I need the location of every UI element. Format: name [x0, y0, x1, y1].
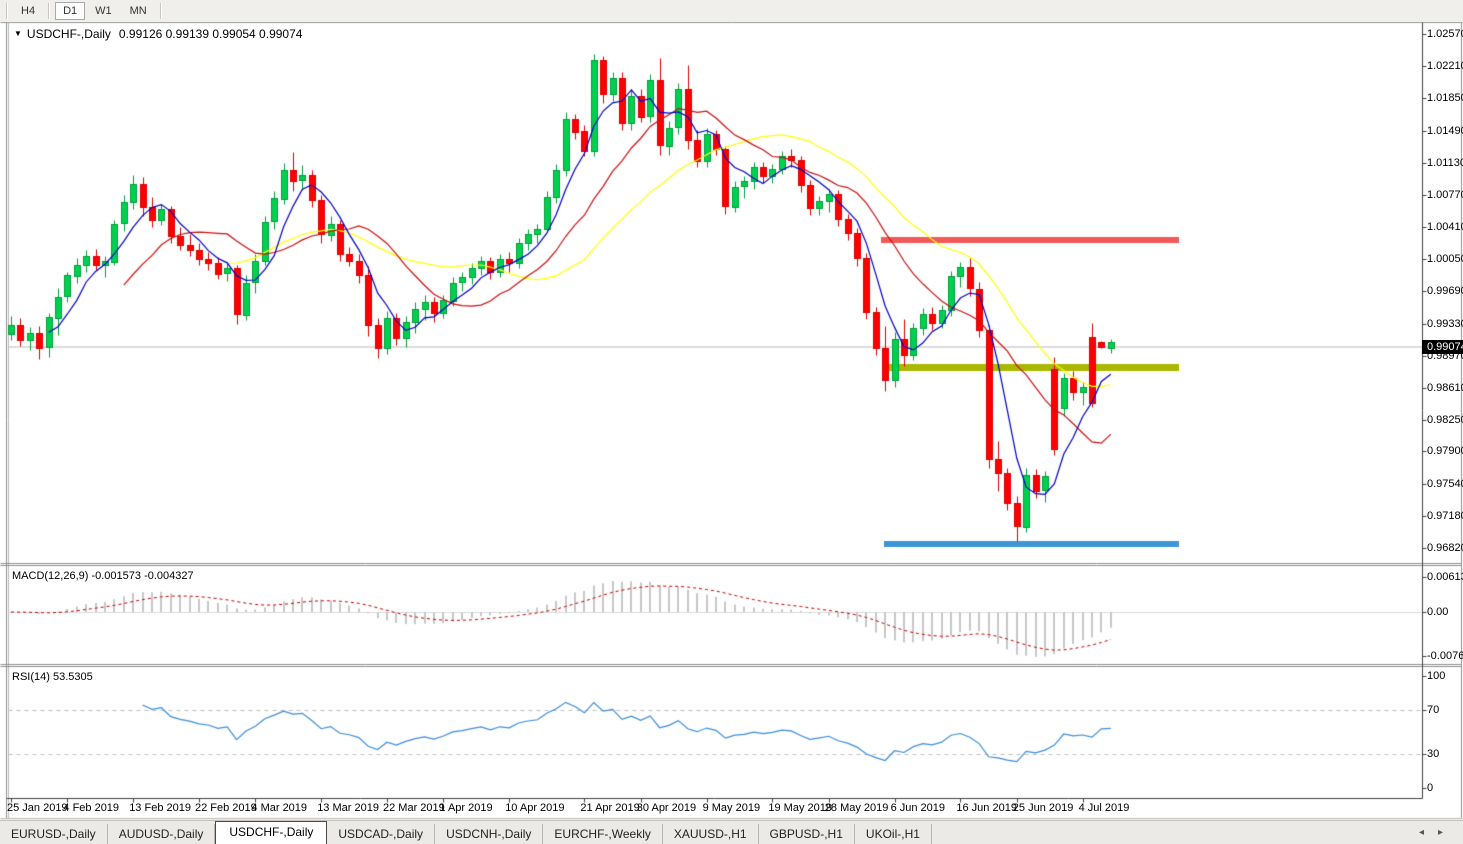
price-axis-label: 1.01130	[1427, 156, 1463, 169]
rsi-axis-label: 70	[1427, 703, 1440, 716]
price-axis-label: 1.01490	[1427, 124, 1463, 137]
toolbar-separator	[159, 3, 162, 19]
rsi-indicator-label: RSI(14) 53.5305	[12, 671, 93, 683]
price-axis-label: 0.98610	[1427, 381, 1463, 394]
tab-usdchf-daily[interactable]: USDCHF-,Daily	[215, 821, 328, 844]
macd-axis-label: 0.00613	[1427, 570, 1463, 583]
date-axis-label: 9 May 2019	[702, 802, 761, 814]
labels-layer: ▼ USDCHF-,Daily 0.99126 0.99139 0.99054 0.…	[0, 0, 1463, 844]
tab-eurchf-weekly[interactable]: EURCHF-,Weekly	[543, 824, 663, 844]
rsi-axis-label: 0	[1427, 782, 1434, 794]
price-axis-label: 0.97540	[1427, 477, 1463, 490]
timeframe-button-w1[interactable]: W1	[87, 2, 120, 20]
chart-ohlc-values: 0.99126 0.99139 0.99054 0.99074	[118, 27, 303, 41]
timeframe-toolbar: H4 D1 W1 MN	[0, 0, 1463, 22]
tab-scroll-right-icon[interactable]: ▸	[1438, 827, 1457, 838]
date-axis-label: 25 Jan 2019	[7, 802, 68, 814]
date-axis-label: 1 Apr 2019	[439, 802, 493, 814]
symbol-dropdown-icon[interactable]: ▼	[14, 29, 22, 38]
tab-xauusd-h1[interactable]: XAUUSD-,H1	[663, 824, 759, 844]
date-axis-label: 13 Mar 2019	[317, 802, 379, 814]
price-axis-label: 0.99690	[1427, 285, 1463, 298]
tab-usdcad-daily[interactable]: USDCAD-,Daily	[327, 824, 436, 844]
price-axis-label: 0.98250	[1427, 414, 1463, 427]
tab-eurusd-daily[interactable]: EURUSD-,Daily	[0, 824, 108, 844]
current-price-tag: 0.99074	[1422, 340, 1463, 354]
date-axis-label: 25 Jun 2019	[1012, 802, 1074, 814]
date-axis-label: 4 Mar 2019	[251, 802, 308, 814]
tab-scroll-left-icon[interactable]: ◂	[1419, 827, 1438, 838]
chart-title: ▼ USDCHF-,Daily 0.99126 0.99139 0.99054 0.…	[14, 27, 302, 41]
date-axis-label: 16 Jun 2019	[956, 802, 1017, 814]
timeframe-button-mn[interactable]: MN	[122, 2, 155, 20]
price-axis-label: 1.00410	[1427, 221, 1463, 234]
rsi-axis-label: 100	[1427, 670, 1446, 682]
tab-ukoil-h1[interactable]: UKOil-,H1	[855, 824, 932, 844]
date-axis-label: 4 Jul 2019	[1078, 802, 1130, 814]
price-axis-label: 0.96820	[1427, 541, 1463, 554]
chart-symbol-label: USDCHF-,Daily	[26, 27, 111, 41]
timeframe-button-h4[interactable]: H4	[13, 2, 43, 20]
toolbar-separator	[6, 3, 8, 19]
price-axis-label: 1.02210	[1427, 60, 1463, 73]
price-axis-label: 0.97180	[1427, 509, 1463, 522]
date-axis-label: 21 Apr 2019	[580, 802, 640, 814]
price-axis-label: 0.97900	[1427, 445, 1463, 458]
date-axis-label: 30 Apr 2019	[636, 802, 697, 814]
date-axis-label: 19 May 2019	[768, 802, 832, 814]
macd-indicator-label: MACD(12,26,9) -0.001573 -0.004327	[12, 570, 194, 582]
macd-axis-label: 0.00	[1427, 606, 1449, 618]
tab-gbpusd-h1[interactable]: GBPUSD-,H1	[759, 824, 855, 844]
date-axis-label: 6 Jun 2019	[890, 802, 946, 814]
tab-usdcnh-daily[interactable]: USDCNH-,Daily	[435, 824, 544, 844]
macd-axis-label: -0.00761	[1427, 649, 1463, 662]
date-axis-label: 13 Feb 2019	[129, 802, 191, 814]
date-axis-label: 28 May 2019	[824, 802, 889, 814]
price-axis-label: 1.00770	[1427, 188, 1463, 201]
date-axis-label: 22 Mar 2019	[383, 802, 445, 814]
price-axis-label: 1.00050	[1427, 253, 1463, 266]
tab-scroll-arrows: ◂▸	[1419, 827, 1457, 838]
tab-audusd-daily[interactable]: AUDUSD-,Daily	[108, 824, 216, 844]
timeframe-button-d1[interactable]: D1	[55, 2, 86, 20]
date-axis-label: 4 Feb 2019	[63, 802, 120, 814]
price-axis-label: 1.02570	[1427, 28, 1463, 40]
date-axis-label: 10 Apr 2019	[505, 802, 565, 814]
price-axis-label: 0.99330	[1427, 317, 1463, 330]
price-axis-label: 1.01850	[1427, 92, 1463, 105]
toolbar-separator	[48, 3, 51, 19]
date-axis-label: 22 Feb 2019	[195, 802, 257, 814]
chart-tab-bar: EURUSD-,Daily AUDUSD-,Daily USDCHF-,Daily U…	[0, 820, 1463, 844]
mt4-window: H4 D1 W1 MN ▼ USDCHF-,Daily 0.99126 0.99139 0…	[0, 0, 1463, 844]
rsi-axis-label: 30	[1427, 748, 1440, 761]
